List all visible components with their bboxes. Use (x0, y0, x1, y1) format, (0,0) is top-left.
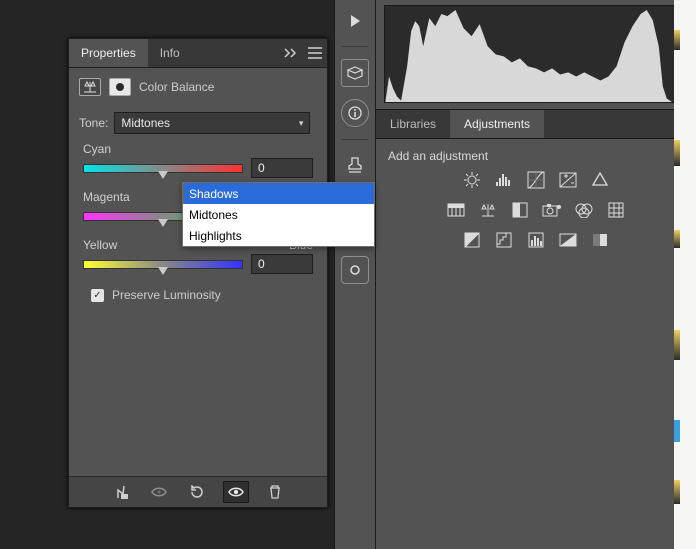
label-magenta: Magenta (83, 190, 130, 204)
chevron-down-icon: ▾ (299, 118, 304, 129)
slider-yb-track[interactable] (83, 260, 243, 269)
adj-photo-filter[interactable] (542, 201, 562, 219)
tab-libraries[interactable]: Libraries (376, 110, 450, 138)
adj-color-lookup[interactable] (606, 201, 626, 219)
slider-cyan-red: Cyan Red 0 (69, 140, 327, 178)
label-cyan: Cyan (83, 142, 111, 156)
add-adjustment-title: Add an adjustment (376, 139, 696, 171)
slider-yb-handle[interactable] (158, 267, 168, 275)
adj-exposure[interactable] (558, 171, 578, 189)
slider-yb-value[interactable]: 0 (251, 254, 313, 274)
3d-icon[interactable] (341, 59, 369, 87)
tab-properties[interactable]: Properties (69, 39, 148, 67)
mask-icon (109, 78, 131, 96)
tone-option-midtones[interactable]: Midtones (183, 204, 374, 225)
balance-scale-icon (79, 78, 101, 96)
info-icon[interactable] (341, 99, 369, 127)
adj-gradient-map[interactable] (558, 231, 578, 249)
canvas-edge (674, 0, 696, 549)
slider-cr-value[interactable]: 0 (251, 158, 313, 178)
adj-curves[interactable] (526, 171, 546, 189)
slider-cr-track[interactable] (83, 164, 243, 173)
adj-black-white[interactable] (510, 201, 530, 219)
tone-selected: Midtones (121, 116, 170, 130)
adjustment-header: Color Balance (69, 68, 327, 100)
adj-vibrance[interactable] (590, 171, 610, 189)
clip-to-layer-button[interactable] (109, 482, 133, 502)
collapse-icon[interactable] (279, 48, 303, 58)
slider-mg-handle[interactable] (158, 219, 168, 227)
icon-strip: Tk (334, 0, 376, 549)
preserve-lum-label: Preserve Luminosity (112, 288, 221, 302)
panel-menu-icon[interactable] (303, 47, 327, 59)
right-tabs: Libraries Adjustments (376, 109, 696, 139)
preserve-luminosity-row: ✓ Preserve Luminosity (69, 274, 327, 302)
view-previous-button[interactable] (147, 482, 171, 502)
adj-invert[interactable] (462, 231, 482, 249)
label-yellow: Yellow (83, 238, 117, 252)
camera-square-icon[interactable] (341, 256, 369, 284)
adj-threshold[interactable] (526, 231, 546, 249)
visibility-toggle-button[interactable] (223, 481, 249, 503)
play-icon[interactable] (342, 8, 368, 34)
tab-info[interactable]: Info (148, 39, 192, 67)
adj-posterize[interactable] (494, 231, 514, 249)
tone-row: Tone: Midtones ▾ (69, 100, 327, 136)
adj-channel-mixer[interactable] (574, 201, 594, 219)
adjustment-title: Color Balance (139, 80, 214, 94)
reset-button[interactable] (185, 482, 209, 502)
adjustments-grid (376, 171, 696, 249)
properties-footer (69, 476, 327, 507)
adj-levels[interactable] (494, 171, 514, 189)
stamp-icon[interactable] (342, 152, 368, 178)
right-column: Libraries Adjustments Add an adjustment (375, 0, 696, 549)
slider-cr-handle[interactable] (158, 171, 168, 179)
adj-selective-color[interactable] (590, 231, 610, 249)
adj-color-balance[interactable] (478, 201, 498, 219)
adj-hue-saturation[interactable] (446, 201, 466, 219)
properties-tabs: Properties Info (69, 39, 327, 68)
tab-adjustments[interactable]: Adjustments (450, 110, 544, 138)
tone-option-shadows[interactable]: Shadows (183, 183, 374, 204)
adj-brightness-contrast[interactable] (462, 171, 482, 189)
tone-option-highlights[interactable]: Highlights (183, 225, 374, 246)
tone-label: Tone: (79, 116, 108, 130)
tone-dropdown: Shadows Midtones Highlights (182, 182, 375, 247)
histogram-panel[interactable] (384, 5, 688, 103)
preserve-lum-checkbox[interactable]: ✓ (91, 289, 104, 302)
tone-select[interactable]: Midtones ▾ (114, 112, 310, 134)
properties-panel: Properties Info Color Balance Tone: (68, 38, 328, 508)
delete-button[interactable] (263, 482, 287, 502)
